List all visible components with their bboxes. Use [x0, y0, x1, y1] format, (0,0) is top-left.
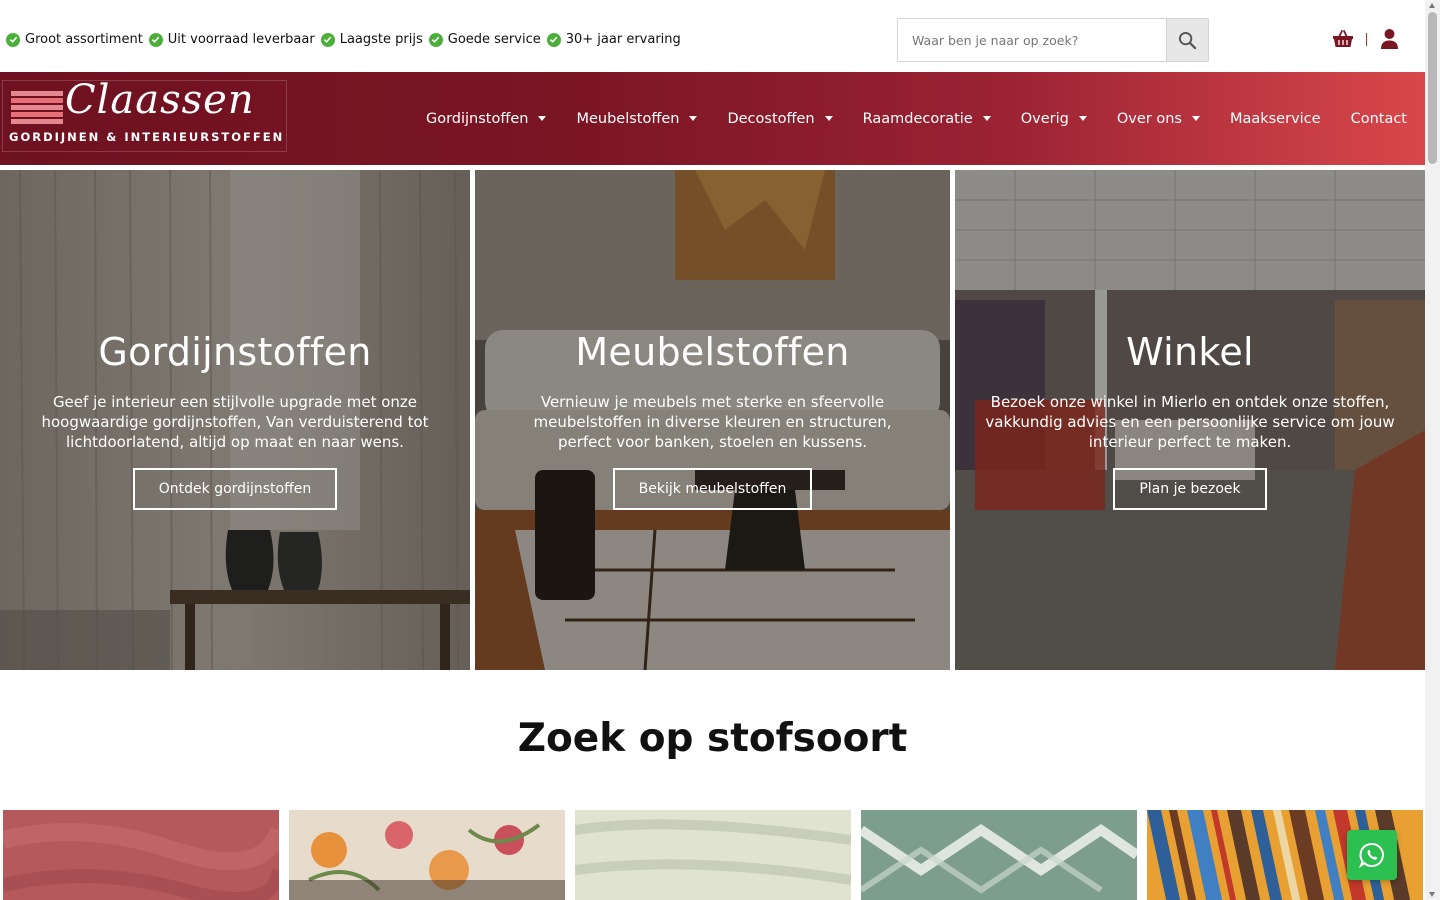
- whatsapp-button[interactable]: [1347, 830, 1397, 880]
- scrollbar-thumb[interactable]: [1428, 12, 1437, 164]
- hero-text: Geef je interieur een stijlvolle upgrade…: [41, 393, 429, 451]
- scroll-down-arrow-icon[interactable]: [1429, 892, 1435, 897]
- usp-label: Laagste prijs: [339, 32, 423, 47]
- account-button[interactable]: [1380, 28, 1399, 54]
- fabric-type-grid: [3, 810, 1423, 900]
- nav-item-maakservice[interactable]: Maakservice: [1230, 111, 1321, 127]
- usp-label: 30+ jaar ervaring: [565, 32, 681, 47]
- caret-down-icon: [982, 116, 991, 121]
- usp-item: Groot assortiment: [6, 32, 143, 47]
- view-furniture-fabrics-button[interactable]: Bekijk meubelstoffen: [612, 468, 813, 510]
- discover-curtain-fabrics-button[interactable]: Ontdek gordijnstoffen: [132, 468, 338, 510]
- nav-label: Maakservice: [1229, 110, 1321, 127]
- nav-item-contact[interactable]: Contact: [1351, 111, 1407, 127]
- basket-icon: [1333, 30, 1353, 47]
- caret-down-icon: [1191, 116, 1200, 121]
- top-bar: Groot assortiment Uit voorraad leverbaar…: [0, 0, 1425, 72]
- fabric-tile-boucle[interactable]: [3, 810, 279, 900]
- nav-label: Meubelstoffen: [576, 110, 680, 127]
- search-button[interactable]: [1166, 19, 1208, 61]
- logo-mark-icon: [11, 91, 63, 124]
- caret-down-icon: [538, 116, 547, 121]
- nav-label: Over ons: [1116, 110, 1182, 127]
- check-circle-icon: [546, 32, 561, 47]
- usp-list: Groot assortiment Uit voorraad leverbaar…: [6, 32, 681, 47]
- section-title: Zoek op stofsoort: [517, 716, 908, 761]
- hero-panel-gordijnstoffen: Gordijnstoffen Geef je interieur een sti…: [0, 170, 470, 670]
- main-nav: Gordijnstoffen Meubelstoffen Decostoffen…: [426, 72, 1407, 165]
- page-scrollbar[interactable]: [1425, 0, 1440, 900]
- usp-item: Goede service: [428, 32, 541, 47]
- caret-down-icon: [824, 116, 833, 121]
- nav-label: Overig: [1020, 110, 1069, 127]
- check-circle-icon: [320, 32, 335, 47]
- cart-button[interactable]: [1332, 29, 1354, 53]
- caret-down-icon: [1078, 116, 1087, 121]
- hero-panel-winkel: Winkel Bezoek onze winkel in Mierlo en o…: [955, 170, 1425, 670]
- search-form: [897, 18, 1209, 62]
- hero-content: Winkel Bezoek onze winkel in Mierlo en o…: [955, 330, 1425, 510]
- hero-title: Meubelstoffen: [575, 330, 850, 374]
- nav-item-gordijnstoffen[interactable]: Gordijnstoffen: [425, 110, 547, 127]
- nav-item-decostoffen[interactable]: Decostoffen: [727, 110, 833, 127]
- check-circle-icon: [428, 32, 443, 47]
- hero-title: Winkel: [1126, 330, 1254, 374]
- caret-down-icon: [689, 116, 698, 121]
- nav-item-meubelstoffen[interactable]: Meubelstoffen: [576, 110, 698, 127]
- nav-item-raamdecoratie[interactable]: Raamdecoratie: [863, 111, 991, 127]
- scroll-up-arrow-icon[interactable]: [1429, 3, 1435, 8]
- nav-label: Raamdecoratie: [862, 110, 973, 127]
- hero-title: Gordijnstoffen: [98, 330, 372, 374]
- nav-label: Decostoffen: [727, 110, 815, 127]
- search-icon: [1178, 31, 1197, 49]
- hero-content: Meubelstoffen Vernieuw je meubels met st…: [475, 330, 950, 510]
- usp-item: Uit voorraad leverbaar: [148, 32, 315, 47]
- search-input[interactable]: [898, 19, 1166, 61]
- check-circle-icon: [6, 32, 20, 47]
- nav-label: Contact: [1350, 110, 1407, 127]
- usp-item: 30+ jaar ervaring: [546, 32, 681, 47]
- nav-label: Gordijnstoffen: [425, 110, 529, 127]
- hero-text: Vernieuw je meubels met sterke en sfeerv…: [533, 393, 892, 451]
- fabric-tile-floral[interactable]: [289, 810, 565, 900]
- fabric-tile-jacquard[interactable]: [861, 810, 1137, 900]
- fabric-tile-linen[interactable]: [575, 810, 851, 900]
- hero-text: Bezoek onze winkel in Mierlo en ontdek o…: [985, 393, 1395, 451]
- check-circle-icon: [148, 32, 163, 47]
- usp-label: Uit voorraad leverbaar: [167, 32, 315, 47]
- hero-content: Gordijnstoffen Geef je interieur een sti…: [0, 330, 470, 510]
- logo-script-text: Claassen: [65, 77, 255, 123]
- logo-subtitle: GORDIJNEN & INTERIEURSTOFFEN: [9, 130, 285, 144]
- whatsapp-icon: [1359, 842, 1384, 868]
- user-icon: [1381, 29, 1398, 49]
- usp-label: Goede service: [447, 32, 541, 47]
- site-logo[interactable]: Claassen GORDIJNEN & INTERIEURSTOFFEN: [2, 77, 287, 152]
- header-divider: [1366, 33, 1367, 46]
- nav-item-overig[interactable]: Overig: [1021, 111, 1087, 127]
- hero-panel-meubelstoffen: Meubelstoffen Vernieuw je meubels met st…: [475, 170, 950, 670]
- plan-visit-button[interactable]: Plan je bezoek: [1113, 468, 1267, 510]
- main-header: Claassen GORDIJNEN & INTERIEURSTOFFEN Go…: [0, 72, 1425, 165]
- nav-item-over-ons[interactable]: Over ons: [1117, 111, 1200, 127]
- usp-label: Groot assortiment: [25, 32, 143, 47]
- usp-item: Laagste prijs: [320, 32, 423, 47]
